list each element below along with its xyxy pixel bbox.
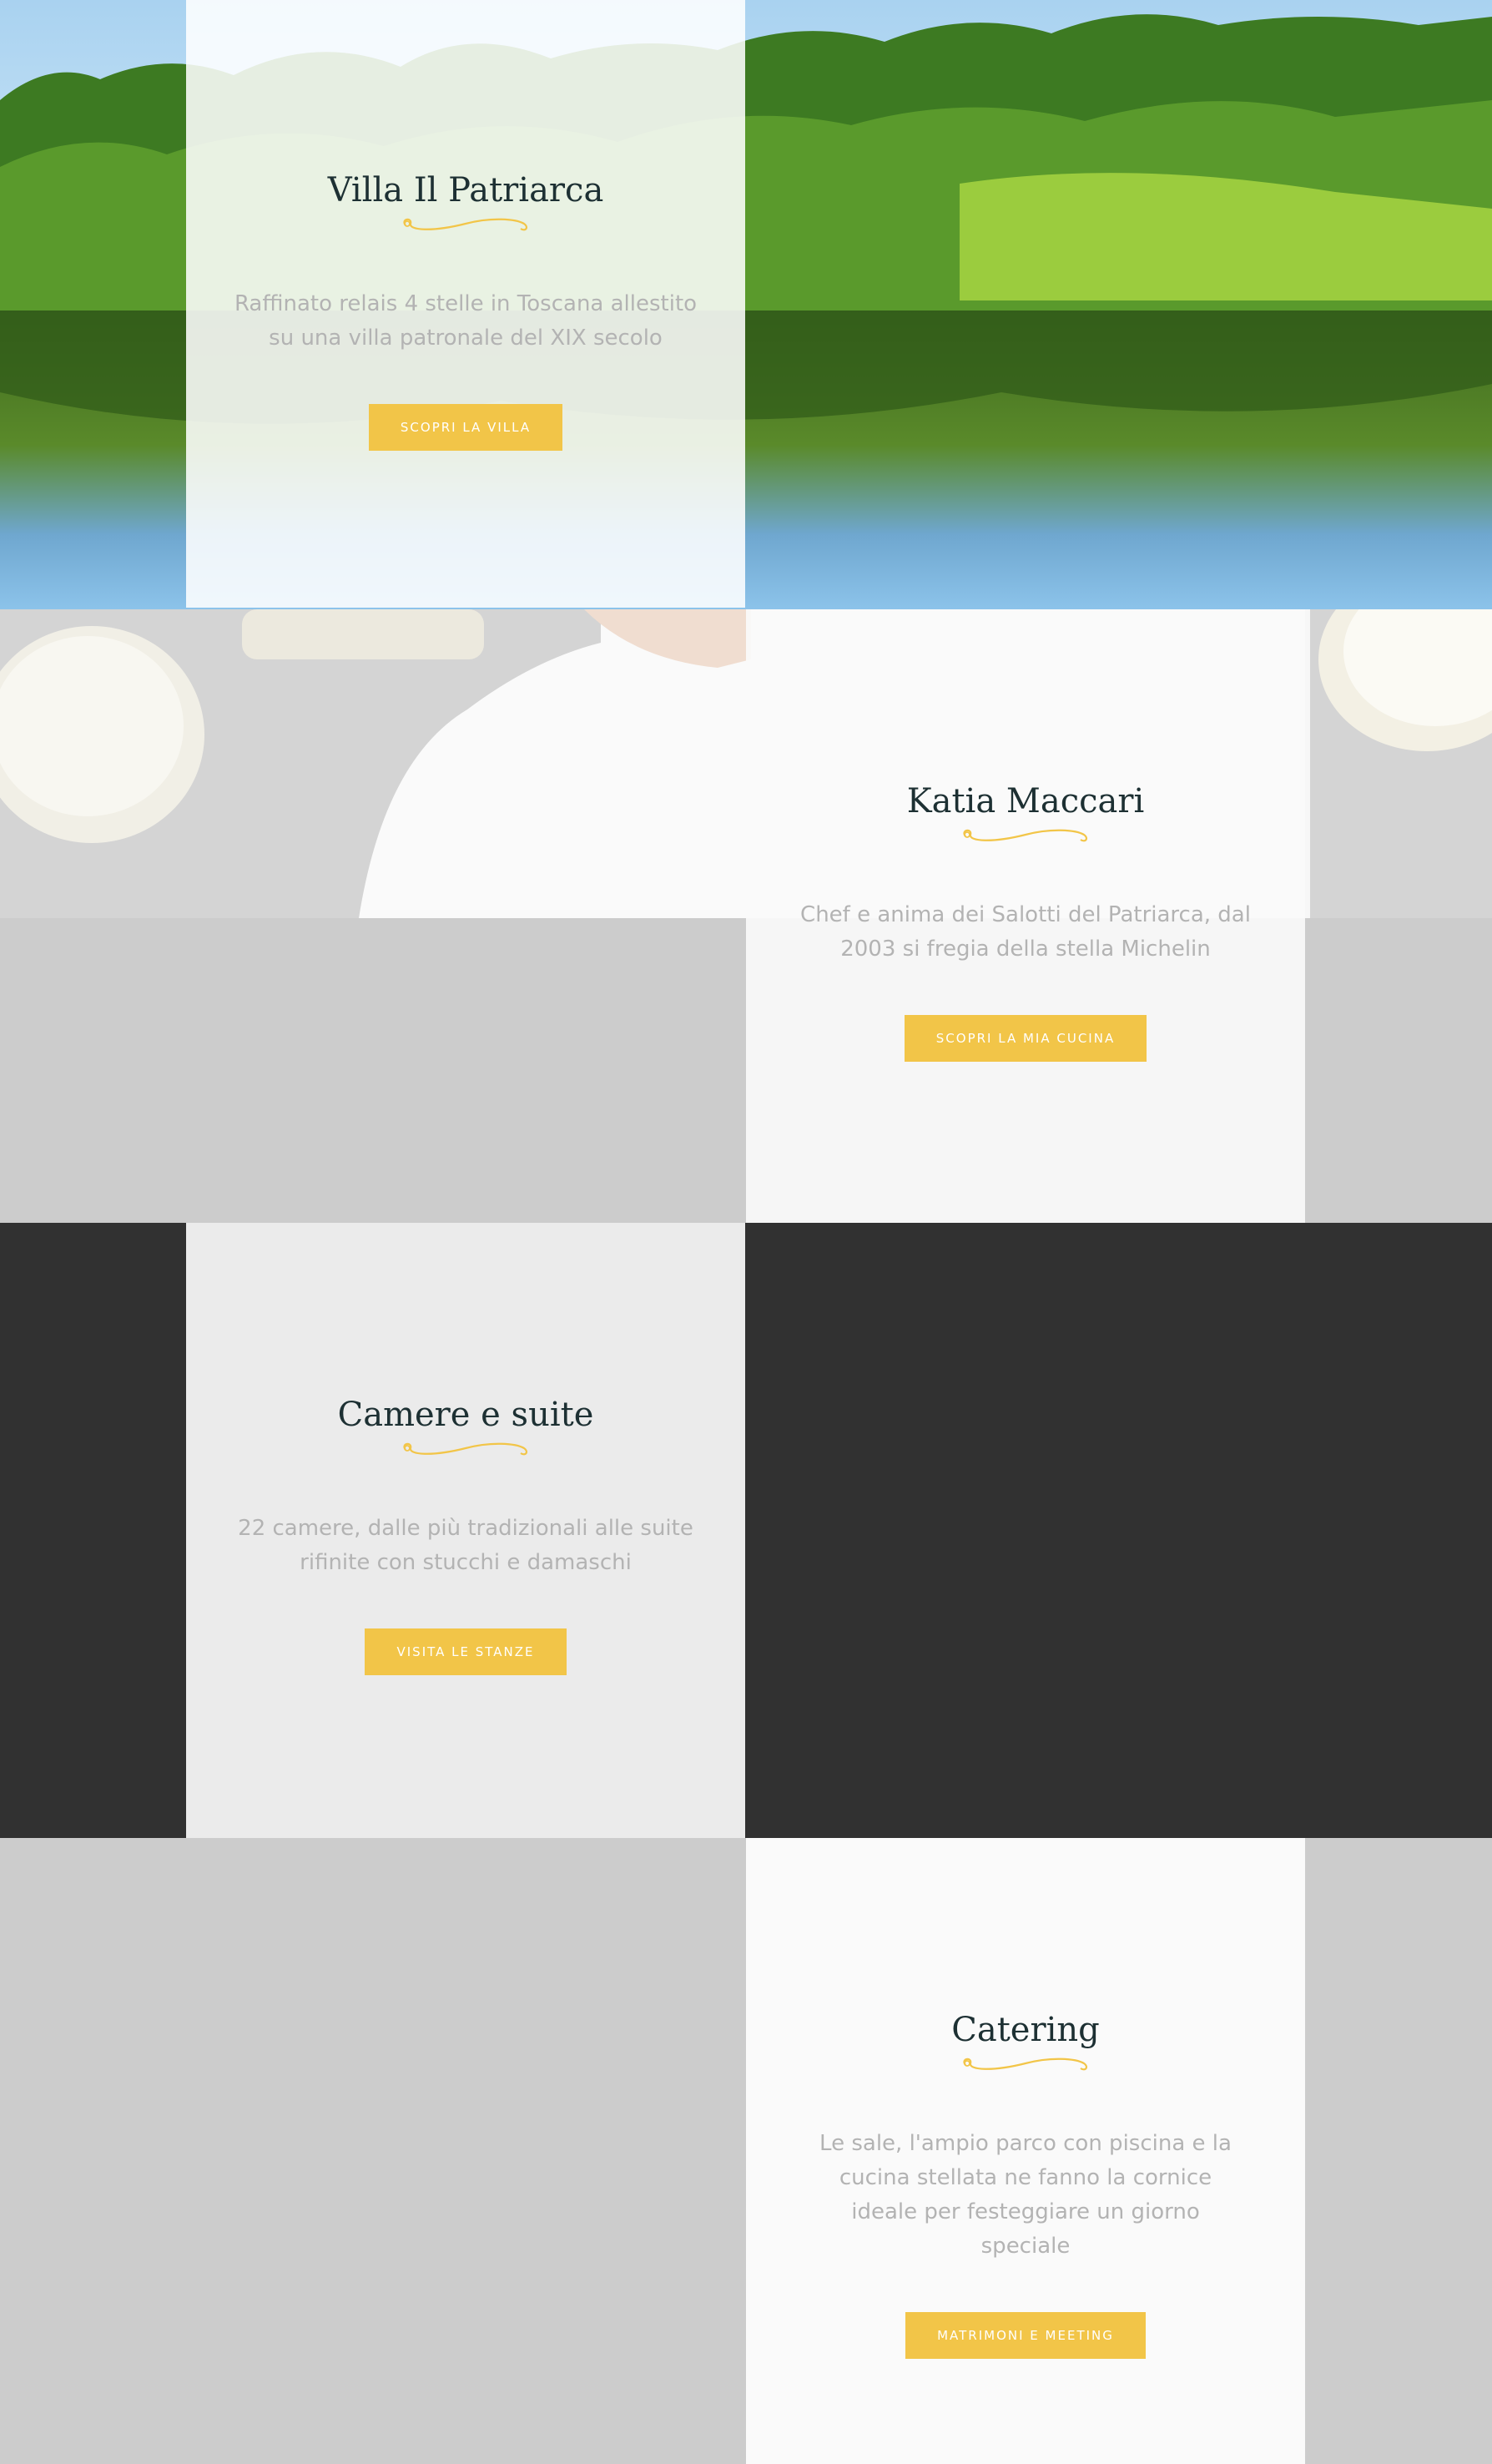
- rooms-card: Camere e suite 22 camere, dalle più trad…: [186, 1223, 745, 1838]
- catering-description: Le sale, l'ampio parco con piscina e la …: [819, 2131, 1232, 2259]
- chef-card: Katia Maccari Chef e anima dei Salotti d…: [746, 609, 1305, 1223]
- rooms-title: Camere e suite: [337, 1396, 594, 1434]
- rooms-description: 22 camere, dalle più tradizionali alle s…: [238, 1516, 693, 1575]
- villa-title: Villa Il Patriarca: [327, 171, 604, 210]
- ornament-flourish-icon: [963, 2058, 1088, 2071]
- villa-description: Raffinato relais 4 stelle in Toscana all…: [234, 291, 698, 351]
- chef-description: Chef e anima dei Salotti del Patriarca, …: [800, 902, 1251, 962]
- catering-title: Catering: [951, 2011, 1100, 2049]
- section-catering: Catering Le sale, l'ampio parco con pisc…: [0, 1838, 1492, 2464]
- chef-title: Katia Maccari: [906, 782, 1145, 820]
- villa-card: Villa Il Patriarca Raffinato relais 4 st…: [186, 0, 745, 608]
- ornament-flourish-icon: [403, 218, 528, 231]
- weddings-meetings-button[interactable]: MATRIMONI E MEETING: [905, 2312, 1146, 2359]
- discover-kitchen-button[interactable]: SCOPRI LA MIA CUCINA: [904, 1015, 1147, 1062]
- section-rooms: Camere e suite 22 camere, dalle più trad…: [0, 1223, 1492, 1838]
- catering-card: Catering Le sale, l'ampio parco con pisc…: [746, 1838, 1305, 2464]
- ornament-flourish-icon: [963, 829, 1088, 842]
- section-chef: Katia Maccari Chef e anima dei Salotti d…: [0, 609, 1492, 1223]
- visit-rooms-button[interactable]: VISITA LE STANZE: [365, 1628, 567, 1675]
- discover-villa-button[interactable]: SCOPRI LA VILLA: [368, 404, 563, 451]
- ornament-flourish-icon: [403, 1442, 528, 1456]
- section-villa: Villa Il Patriarca Raffinato relais 4 st…: [0, 0, 1492, 609]
